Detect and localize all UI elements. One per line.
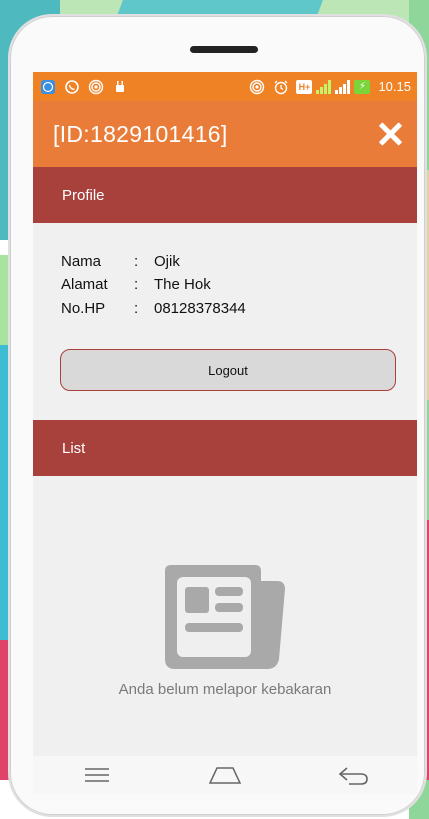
profile-row-nohp: No.HP : 08128378344	[61, 300, 246, 317]
battery-charging-icon: ⚡	[354, 79, 371, 94]
logout-button[interactable]: Logout	[60, 349, 396, 391]
list-section-header: List	[33, 420, 417, 476]
profile-section-header: Profile	[33, 167, 417, 223]
whatsapp-icon	[63, 78, 81, 96]
field-value: The Hok	[154, 276, 211, 293]
app-bar: [ID:1829101416]	[33, 101, 417, 167]
field-separator: :	[134, 276, 139, 293]
newspaper-icon	[165, 565, 285, 669]
signal-icon	[316, 79, 332, 94]
profile-row-alamat: Alamat : The Hok	[61, 276, 211, 293]
field-separator: :	[134, 253, 139, 270]
android-icon	[111, 78, 129, 96]
hotspot-icon	[87, 78, 105, 96]
list-panel: Anda belum melapor kebakaran	[33, 476, 417, 756]
field-value: 08128378344	[154, 300, 246, 317]
close-icon[interactable]	[377, 121, 403, 147]
hotspot-icon	[248, 78, 266, 96]
field-value: Ojik	[154, 253, 180, 270]
messenger-icon	[39, 78, 57, 96]
field-label: Nama	[61, 253, 102, 270]
hplus-icon: H+	[296, 79, 313, 94]
profile-panel: Nama : Ojik Alamat : The Hok No.HP : 081…	[33, 223, 417, 420]
field-label: No.HP	[61, 300, 106, 317]
list-header-label: List	[62, 439, 86, 457]
empty-state-message: Anda belum melapor kebakaran	[118, 681, 332, 698]
profile-row-nama: Nama : Ojik	[61, 253, 180, 270]
phone-speaker	[190, 46, 258, 53]
app-screen: H+ ⚡ 10.15 [ID:1829101416] Profile Nama …	[33, 72, 417, 794]
status-bar: H+ ⚡ 10.15	[33, 72, 417, 101]
back-icon[interactable]	[333, 763, 373, 787]
menu-icon[interactable]	[77, 763, 117, 787]
navigation-bar	[33, 756, 417, 794]
signal-2-icon	[335, 79, 351, 94]
status-time: 10.15	[378, 79, 411, 94]
field-label: Alamat	[61, 276, 108, 293]
alarm-icon	[272, 78, 290, 96]
field-separator: :	[134, 300, 139, 317]
home-icon[interactable]	[205, 763, 245, 787]
profile-header-label: Profile	[62, 186, 105, 204]
app-bar-title: [ID:1829101416]	[53, 120, 228, 147]
